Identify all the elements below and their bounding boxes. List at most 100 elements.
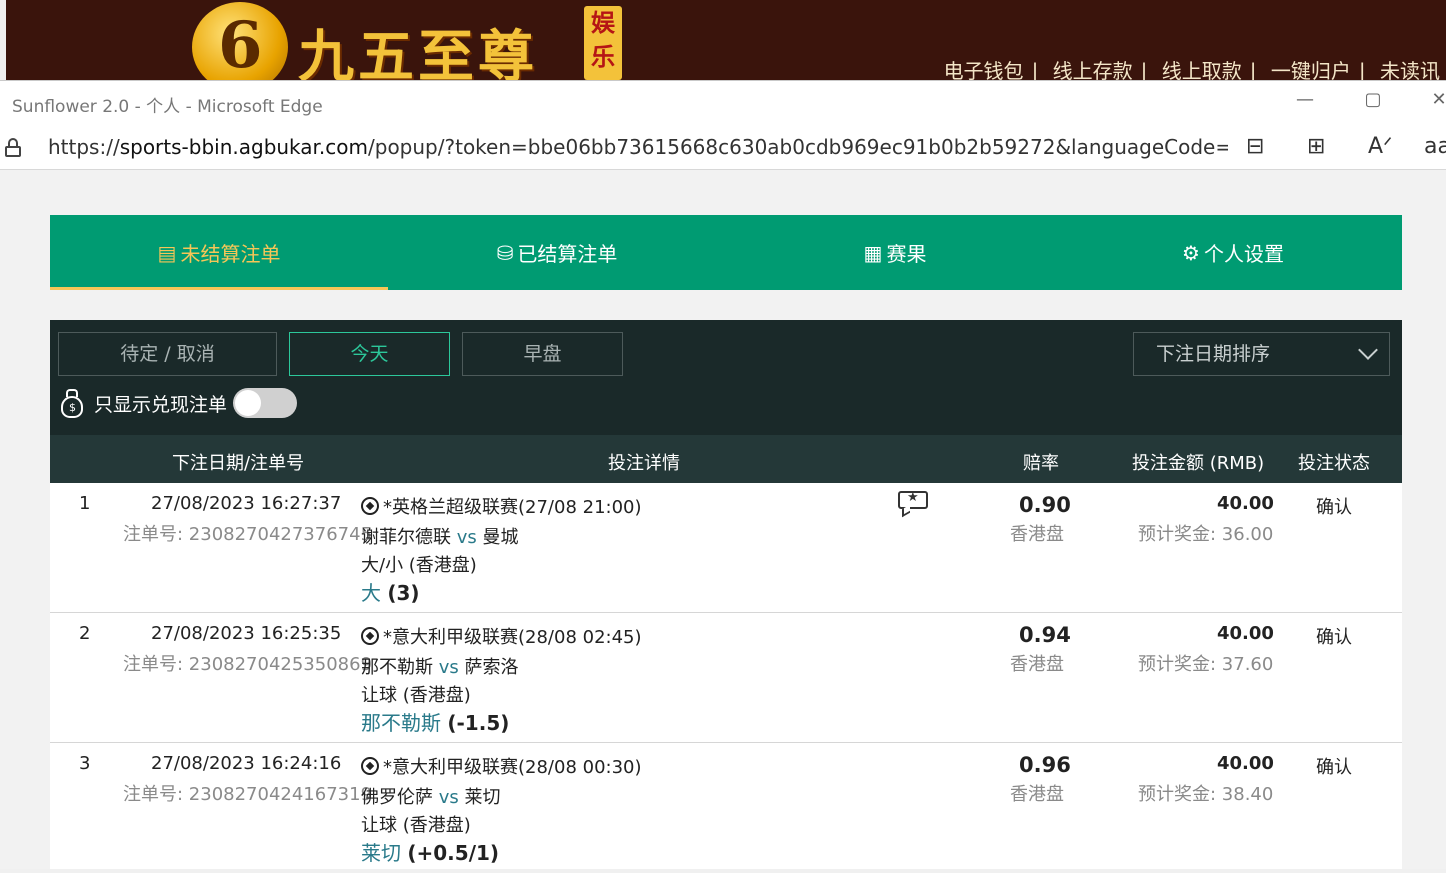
away-team: 莱切 [464,787,501,808]
estimated-win: 预计奖金: 36.00 [1138,524,1274,545]
page-content: ▤ 未结算注单 ⛁ 已结算注单 ▦ 赛果 ⚙ 个人设置 待定 / 取消 今天 早… [0,170,1446,869]
edge-window: Sunflower 2.0 - 个人 - Microsoft Edge — ▢ … [0,80,1446,869]
device-icon[interactable]: ⊟ [1246,134,1264,159]
vs-label: vs [438,787,459,808]
chevron-down-icon [1358,340,1378,360]
bet-market: 让球 (香港盘) [361,815,471,836]
selection-handicap: (3) [387,581,420,605]
row-index: 2 [79,623,91,644]
header-odds: 赔率 [1023,453,1059,474]
filter-pending-cancel-button[interactable]: 待定 / 取消 [58,332,277,376]
match-teams: 谢菲尔德联 vs 曼城 [361,523,519,549]
cashout-toggle[interactable] [233,388,298,418]
tab-label: 已结算注单 [517,242,618,266]
odds-value: 0.94 [1019,623,1071,647]
home-team: 谢菲尔德联 [361,527,451,548]
minimize-icon[interactable]: — [1290,89,1320,115]
ticket-number: 注单号: 2308270427376745 [123,524,373,545]
selection-handicap: (+0.5/1) [407,841,500,865]
table-row: 1 27/08/2023 16:27:37 注单号: 2308270427376… [50,483,1402,613]
stake-amount: 40.00 [1217,753,1274,774]
bet-selection: 那不勒斯 (-1.5) [361,707,509,736]
match-teams: 佛罗伦萨 vs 莱切 [361,783,501,809]
vs-label: vs [456,527,477,548]
selection-name: 大 [361,581,381,605]
ticket-number: 注单号: 2308270425350869 [123,654,373,675]
tab-label: 未结算注单 [180,242,281,266]
tab-bar: ▤ 未结算注单 ⛁ 已结算注单 ▦ 赛果 ⚙ 个人设置 [50,215,1402,290]
odds-type: 香港盘 [1010,524,1064,545]
coins-icon: ⛁ [496,240,514,265]
tab-settled-bets[interactable]: ⛁ 已结算注单 [388,215,726,290]
tab-results[interactable]: ▦ 赛果 [726,215,1064,290]
selection-name: 莱切 [361,841,401,865]
scoreboard-icon: ▦ [863,240,883,265]
live-stream-icon[interactable]: ★ [898,490,928,518]
league-line: *意大利甲级联赛(28/08 02:45) [361,623,642,649]
table-header: 下注日期/注单号 投注详情 赔率 投注金额 (RMB) 投注状态 [50,435,1402,483]
selection-handicap: (-1.5) [447,711,510,735]
soccer-ball-icon [361,757,379,775]
url-prefix: https:// [48,135,120,159]
odds-type: 香港盘 [1010,784,1064,805]
url-field[interactable]: https://sports-bbin.agbukar.com/popup/?t… [48,135,1228,159]
background-edge [0,0,6,80]
row-index: 3 [79,753,91,774]
bet-selection: 大 (3) [361,577,420,606]
site-logo-glyph: 6 [218,8,263,83]
bet-selection: 莱切 (+0.5/1) [361,837,499,866]
bet-market: 让球 (香港盘) [361,685,471,706]
address-bar: https://sports-bbin.agbukar.com/popup/?t… [0,124,1446,170]
maximize-icon[interactable]: ▢ [1358,89,1388,115]
site-logo-badge: 娱乐 [584,6,622,80]
toggle-knob [235,390,262,416]
sort-dropdown[interactable]: 下注日期排序 [1133,332,1390,376]
away-team: 曼城 [482,527,519,548]
tab-personal-settings[interactable]: ⚙ 个人设置 [1064,215,1402,290]
money-bag-icon: $ [58,388,86,418]
tab-label: 个人设置 [1203,242,1284,266]
estimated-win: 预计奖金: 37.60 [1138,654,1274,675]
soccer-ball-icon [361,497,379,515]
home-team: 那不勒斯 [361,657,433,678]
filter-early-button[interactable]: 早盘 [462,332,623,376]
ticket-icon: ▤ [157,240,177,265]
text-size-icon[interactable]: aa [1424,134,1446,159]
cashout-label: 只显示兑现注单 [94,393,228,416]
header-details: 投注详情 [608,453,680,474]
ticket-number: 注单号: 2308270424167319 [123,784,373,805]
bets-panel: 待定 / 取消 今天 早盘 下注日期排序 $ 只显示兑现注单 下注日期/注单号 … [50,320,1402,869]
bet-date: 27/08/2023 16:25:35 [151,623,342,644]
title-bar: Sunflower 2.0 - 个人 - Microsoft Edge — ▢ … [0,80,1446,124]
read-aloud-icon[interactable]: Aᐟ [1368,134,1392,159]
cashout-filter: $ 只显示兑现注单 [58,386,298,420]
odds-value: 0.96 [1019,753,1071,777]
sort-dropdown-label: 下注日期排序 [1156,343,1271,365]
url-path: /popup/?token=bbe06bb73615668c630ab0cdb9… [368,135,1228,159]
site-logo-icon: 6 [192,2,288,92]
url-host: sports-bbin.agbukar.com [119,135,369,159]
bet-date: 27/08/2023 16:24:16 [151,753,342,774]
tab-label: 赛果 [886,242,927,266]
league-name: *英格兰超级联赛(27/08 21:00) [383,497,642,518]
window-title: Sunflower 2.0 - 个人 - Microsoft Edge [12,97,323,117]
tab-unsettled-bets[interactable]: ▤ 未结算注单 [50,215,388,290]
background-site-header: 6 九五至尊 娱乐 电子钱包 | 线上存款 | 线上取款 | 一键归户 | 未读讯 [0,0,1446,92]
bet-status: 确认 [1316,627,1352,648]
bet-market: 大/小 (香港盘) [361,555,477,576]
league-name: *意大利甲级联赛(28/08 00:30) [383,757,642,778]
stake-amount: 40.00 [1217,623,1274,644]
league-line: *英格兰超级联赛(27/08 21:00) [361,493,642,519]
lock-icon[interactable] [5,138,21,157]
close-icon[interactable]: ✕ [1424,89,1446,115]
bet-date: 27/08/2023 16:27:37 [151,493,342,514]
away-team: 萨索洛 [464,657,519,678]
stake-amount: 40.00 [1217,493,1274,514]
header-date-ticket: 下注日期/注单号 [172,453,305,474]
filter-today-button[interactable]: 今天 [289,332,450,376]
apps-grid-icon[interactable]: ⊞ [1307,134,1325,159]
header-status: 投注状态 [1298,453,1370,474]
header-amount: 投注金额 (RMB) [1132,453,1265,474]
soccer-ball-icon [361,627,379,645]
table-row: 2 27/08/2023 16:25:35 注单号: 2308270425350… [50,613,1402,743]
